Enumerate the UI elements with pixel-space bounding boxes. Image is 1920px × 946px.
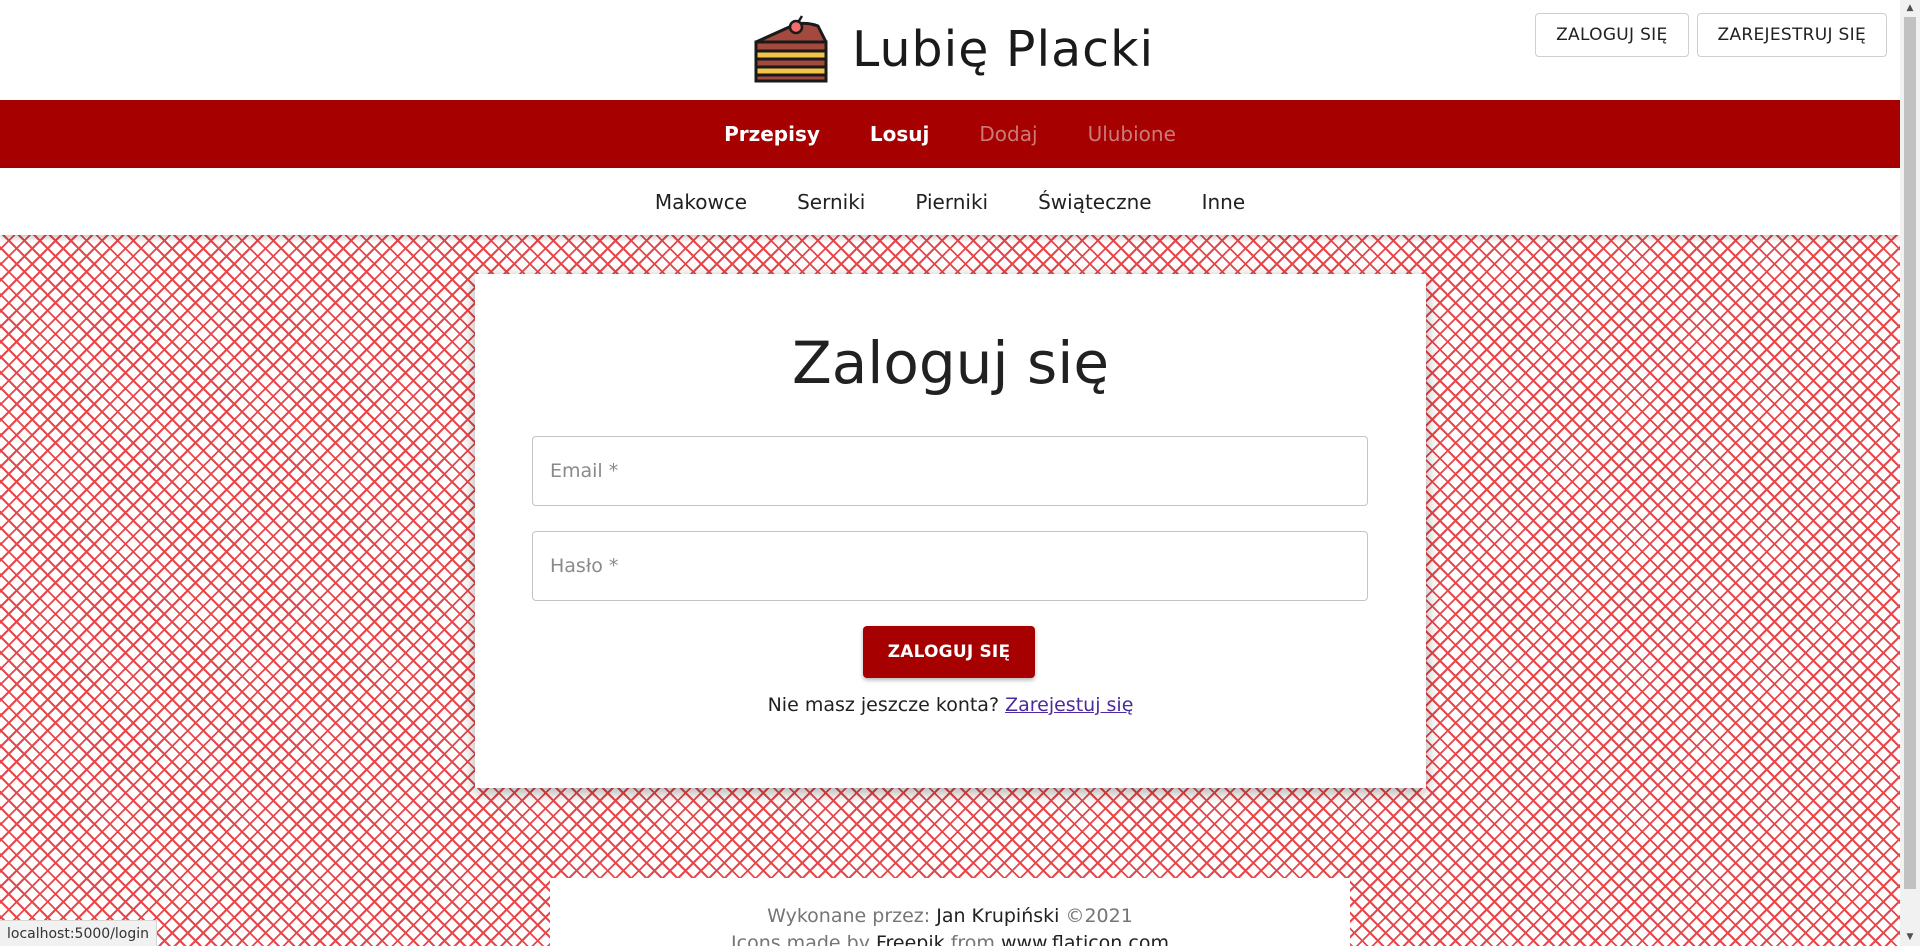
footer-credits: Wykonane przez: Jan Krupiński ©2021 bbox=[550, 905, 1350, 927]
category-nav: Makowce Serniki Pierniki Świąteczne Inne bbox=[0, 168, 1900, 235]
register-link[interactable]: Zarejestuj się bbox=[1005, 694, 1133, 716]
page: Lubię Placki ZALOGUJ SIĘ ZAREJESTRUJ SIĘ… bbox=[0, 0, 1920, 946]
scroll-down-arrow-icon[interactable]: ▼ bbox=[1900, 929, 1920, 946]
footer-icon-credits: Icons made by Freepik from www.flaticon.… bbox=[550, 932, 1350, 946]
vertical-scrollbar[interactable]: ▲ ▼ bbox=[1900, 0, 1920, 946]
status-url-tooltip: localhost:5000/login bbox=[0, 920, 158, 946]
category-item-serniki[interactable]: Serniki bbox=[772, 190, 890, 214]
footer-icons-label: Icons made by bbox=[731, 932, 870, 946]
footer-icons-author-link[interactable]: Freepik bbox=[876, 932, 945, 946]
email-input[interactable] bbox=[533, 437, 1367, 505]
category-item-pierniki[interactable]: Pierniki bbox=[890, 190, 1013, 214]
login-submit-button[interactable]: ZALOGUJ SIĘ bbox=[863, 626, 1035, 678]
auth-buttons: ZALOGUJ SIĘ ZAREJESTRUJ SIĘ bbox=[1535, 13, 1887, 57]
site-footer: Wykonane przez: Jan Krupiński ©2021 Icon… bbox=[550, 878, 1350, 946]
header-register-button[interactable]: ZAREJESTRUJ SIĘ bbox=[1696, 13, 1887, 57]
site-header: Lubię Placki ZALOGUJ SIĘ ZAREJESTRUJ SIĘ bbox=[0, 0, 1900, 100]
footer-icons-site-link[interactable]: www.flaticon.com bbox=[1001, 932, 1169, 946]
footer-author: Jan Krupiński bbox=[936, 905, 1060, 927]
category-item-makowce[interactable]: Makowce bbox=[630, 190, 772, 214]
scrollbar-thumb[interactable] bbox=[1904, 17, 1916, 889]
login-title: Zaloguj się bbox=[791, 329, 1110, 397]
category-item-inne[interactable]: Inne bbox=[1177, 190, 1271, 214]
login-card: Zaloguj się ZALOGUJ SIĘ Nie masz jeszcze… bbox=[475, 274, 1426, 788]
footer-icons-from: from bbox=[950, 932, 995, 946]
footer-year: ©2021 bbox=[1065, 905, 1133, 927]
nav-item-przepisy[interactable]: Przepisy bbox=[699, 100, 845, 168]
email-field bbox=[532, 436, 1368, 506]
password-field bbox=[532, 531, 1368, 601]
password-input[interactable] bbox=[533, 532, 1367, 600]
register-prompt: Nie masz jeszcze konta? Zarejestuj się bbox=[475, 694, 1426, 716]
brand-home-link[interactable]: Lubię Placki bbox=[752, 14, 1154, 84]
cake-slice-icon bbox=[754, 15, 828, 83]
no-account-text: Nie masz jeszcze konta? bbox=[767, 694, 1000, 716]
category-item-swiateczne[interactable]: Świąteczne bbox=[1013, 190, 1177, 214]
nav-item-dodaj[interactable]: Dodaj bbox=[954, 100, 1062, 168]
main-nav: Przepisy Losuj Dodaj Ulubione bbox=[0, 100, 1900, 168]
viewport: Lubię Placki ZALOGUJ SIĘ ZAREJESTRUJ SIĘ… bbox=[0, 0, 1900, 946]
brand-name: Lubię Placki bbox=[852, 20, 1155, 78]
nav-item-losuj[interactable]: Losuj bbox=[845, 100, 954, 168]
scroll-up-arrow-icon[interactable]: ▲ bbox=[1900, 0, 1920, 17]
header-login-button[interactable]: ZALOGUJ SIĘ bbox=[1535, 13, 1689, 57]
footer-made-by-label: Wykonane przez: bbox=[767, 905, 931, 927]
nav-item-ulubione[interactable]: Ulubione bbox=[1063, 100, 1201, 168]
